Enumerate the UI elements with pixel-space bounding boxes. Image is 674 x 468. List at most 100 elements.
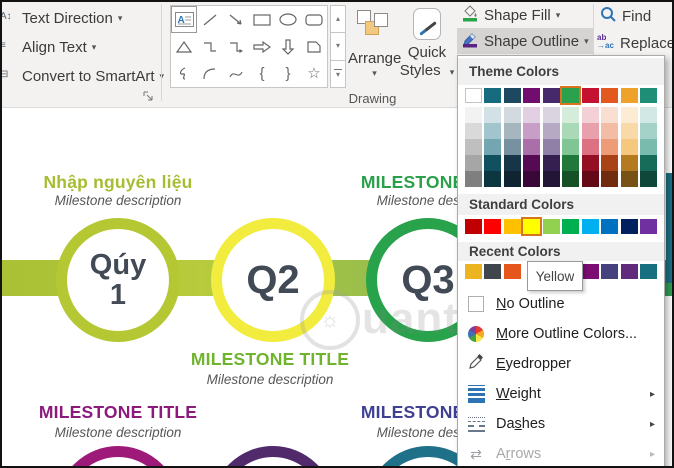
theme-variant-swatch[interactable] [484,107,502,123]
theme-variant-swatch[interactable] [503,123,521,139]
theme-variant-swatch[interactable] [484,171,502,187]
theme-variant-swatch[interactable] [601,123,619,139]
shape-triangle[interactable] [171,33,197,60]
theme-variant-swatch[interactable] [542,139,560,155]
quarter-1-circle[interactable]: Qúy 1 [56,218,180,342]
gallery-scroll-up-button[interactable]: ▴ [330,5,346,34]
theme-variant-swatch[interactable] [503,171,521,187]
standard-color-swatch[interactable] [542,219,560,234]
milestone-title[interactable]: MILESTONE TITLE [160,349,380,370]
recent-color-swatch[interactable] [581,264,599,279]
theme-variant-swatch[interactable] [601,155,619,171]
shape-scribble[interactable] [171,60,197,87]
standard-color-swatch[interactable] [503,219,521,234]
recent-color-swatch[interactable] [465,264,482,279]
quick-styles-button[interactable]: Quick Styles ▾ [398,2,456,90]
recent-color-swatch[interactable] [620,264,638,279]
theme-variant-swatch[interactable] [601,171,619,187]
theme-variant-swatch[interactable] [620,171,638,187]
arrange-button[interactable]: Arrange ▾ [348,2,401,90]
find-button[interactable]: Find [599,4,651,28]
convert-to-smartart-button[interactable]: ⊟ Convert to SmartArt ▾ [0,64,164,88]
theme-variant-swatch[interactable] [639,107,657,123]
theme-color-swatch[interactable] [620,88,638,103]
theme-variant-swatch[interactable] [639,139,657,155]
theme-variant-swatch[interactable] [465,139,482,155]
theme-color-swatch[interactable] [581,88,599,103]
shape-down-arrow[interactable] [275,33,301,60]
shape-star[interactable]: ☆ [301,60,327,87]
theme-variant-swatch[interactable] [465,171,482,187]
theme-color-swatch[interactable] [484,88,502,103]
standard-color-swatch[interactable] [620,219,638,234]
replace-button[interactable]: ab →ac Replace [597,31,674,55]
align-text-button[interactable]: ≡ Align Text ▾ [0,35,96,59]
theme-variant-swatch[interactable] [542,171,560,187]
theme-variant-swatch[interactable] [601,139,619,155]
theme-variant-swatch[interactable] [562,155,580,171]
theme-color-swatch[interactable] [639,88,657,103]
theme-variant-swatch[interactable] [503,139,521,155]
gallery-scroll-down-button[interactable]: ▾ [330,33,346,61]
theme-variant-swatch[interactable] [484,155,502,171]
theme-variant-swatch[interactable] [523,155,541,171]
standard-color-swatch[interactable] [581,219,599,234]
shape-snip-shape[interactable] [301,33,327,60]
theme-variant-swatch[interactable] [465,123,482,139]
gallery-more-button[interactable]: ▾ [330,60,346,88]
shape-elbow-arrow-connector[interactable] [223,33,249,60]
theme-variant-swatch[interactable] [542,123,560,139]
theme-color-swatch[interactable] [560,86,582,105]
theme-variant-swatch[interactable] [620,107,638,123]
standard-color-swatch[interactable] [465,219,482,234]
theme-variant-swatch[interactable] [484,123,502,139]
theme-variant-swatch[interactable] [581,139,599,155]
shape-fill-button[interactable]: Shape Fill ▾ [457,3,593,27]
theme-variant-swatch[interactable] [523,107,541,123]
theme-variant-swatch[interactable] [601,107,619,123]
theme-variant-swatch[interactable] [465,107,482,123]
menu-item-more-outline-colors[interactable]: More Outline Colors... [458,319,664,349]
theme-variant-swatch[interactable] [562,171,580,187]
theme-variant-swatch[interactable] [620,139,638,155]
shape-outline-button[interactable]: Shape Outline ▾ [457,28,593,54]
shape-line[interactable] [197,6,223,33]
theme-variant-swatch[interactable] [542,107,560,123]
theme-variant-swatch[interactable] [523,171,541,187]
theme-variant-swatch[interactable] [620,123,638,139]
bottom-circle[interactable] [211,446,335,468]
theme-variant-swatch[interactable] [581,155,599,171]
theme-color-swatch[interactable] [601,88,619,103]
theme-variant-swatch[interactable] [562,107,580,123]
recent-color-swatch[interactable] [503,264,521,279]
text-direction-button[interactable]: A↕ Text Direction ▾ [0,6,122,30]
theme-color-swatch[interactable] [523,88,541,103]
theme-color-swatch[interactable] [542,88,560,103]
theme-variant-swatch[interactable] [581,123,599,139]
shape-right-brace[interactable]: } [275,60,301,87]
theme-variant-swatch[interactable] [523,139,541,155]
theme-color-swatch[interactable] [465,88,482,103]
milestone-description[interactable]: Milestone description [8,425,228,440]
recent-color-swatch[interactable] [639,264,657,279]
theme-variant-swatch[interactable] [484,139,502,155]
theme-variant-swatch[interactable] [503,155,521,171]
theme-variant-swatch[interactable] [639,171,657,187]
theme-variant-swatch[interactable] [639,155,657,171]
recent-color-swatch[interactable] [601,264,619,279]
standard-color-swatch[interactable] [562,219,580,234]
menu-item-weight[interactable]: Weight ▸ [458,379,664,409]
shape-left-brace[interactable]: { [249,60,275,87]
theme-variant-swatch[interactable] [523,123,541,139]
theme-variant-swatch[interactable] [639,123,657,139]
standard-color-swatch[interactable] [601,219,619,234]
theme-variant-swatch[interactable] [620,155,638,171]
theme-variant-swatch[interactable] [581,171,599,187]
standard-color-swatch[interactable] [521,217,543,236]
theme-variant-swatch[interactable] [503,107,521,123]
shape-elbow-connector[interactable] [197,33,223,60]
theme-variant-swatch[interactable] [581,107,599,123]
milestone-description[interactable]: Milestone description [8,193,228,208]
menu-item-dashes[interactable]: Dashes ▸ [458,409,664,439]
paragraph-dialog-launcher[interactable] [143,90,155,102]
